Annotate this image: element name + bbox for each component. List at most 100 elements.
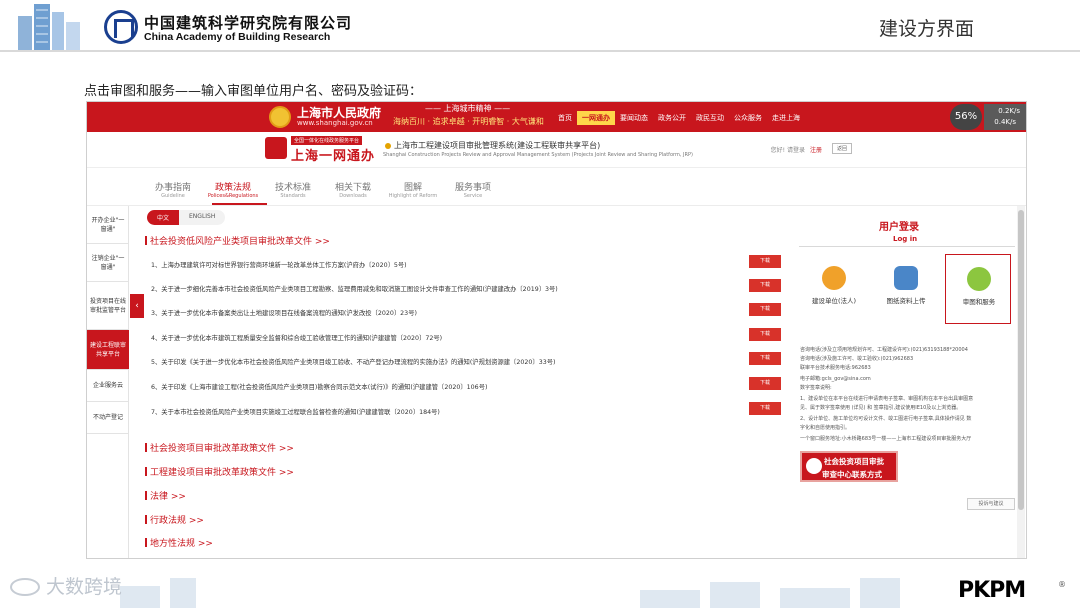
login-card-label: 建设单位(法人) (811, 297, 857, 305)
scrollbar-thumb[interactable] (1018, 210, 1024, 510)
contact-banner[interactable]: 社会投资项目审批 审查中心联系方式 (800, 451, 898, 482)
login-divider (799, 246, 1015, 247)
speed-readout: 0.2K/s 0.4K/s (984, 104, 1026, 130)
banner-line-1: 社会投资项目审批 (824, 457, 884, 466)
download-button[interactable]: 下载 (749, 377, 781, 390)
info-line: 见、属于数字签章使用 (详见) 和 签章指引,建议使用IE10及以上浏览器。 (800, 405, 962, 411)
back-button[interactable]: 返回 (831, 143, 852, 154)
location-pin-icon (385, 143, 391, 149)
section-heading-text: 工程建设项目审批改革政策文件 >> (150, 468, 294, 478)
portal-screenshot: 上海市人民政府 www.shanghai.gov.cn —— 上海城市精神 ——… (86, 101, 1027, 559)
header-divider (0, 50, 1080, 52)
brand-logo-left: 大数跨境 (10, 572, 122, 599)
banner-line-2: 审查中心联系方式 (822, 470, 882, 479)
gov-nav: 首页 一网通办 要闻动态 政务公开 政民互动 公众服务 走进上海 (553, 111, 805, 125)
gov-nav-news[interactable]: 要闻动态 (615, 111, 653, 125)
document-link[interactable]: 6、关于印发《上海市建设工程(社会投资低风险产业类项目)勘察合同示范文本(试行)… (151, 382, 771, 391)
download-button[interactable]: 下载 (749, 328, 781, 341)
document-link[interactable]: 4、关于进一步优化本市建筑工程质量安全监督和综合竣工验收管理工作的通知(沪建建管… (151, 333, 771, 342)
register-link[interactable]: 注册 (810, 145, 822, 154)
login-card-review-service[interactable]: 审图和服务 (945, 254, 1011, 324)
gov-nav-home[interactable]: 首页 (553, 111, 577, 125)
left-nav-item-property[interactable]: 不动产登记 (87, 402, 129, 434)
building-illustration-icon (18, 4, 80, 50)
section-heading-text: 地方性法规 >> (150, 539, 213, 549)
slide: 中国建筑科学研究院有限公司 China Academy of Building … (0, 0, 1080, 608)
gov-nav-public-service[interactable]: 公众服务 (729, 111, 767, 125)
info-line: 咨询电话(涉及施工许可、竣工验收):(021)962683 (800, 356, 914, 362)
login-link[interactable]: 您好! 请登录 (771, 145, 805, 154)
login-title: 用户登录 (879, 222, 919, 233)
document-link[interactable]: 2、关于进一步细化完善本市社会投资低风险产业类项目工程勘察、监理費用减免和取消施… (151, 284, 771, 293)
section-heading[interactable]: 社会投资项目审批改革政策文件 >> (145, 441, 294, 454)
section-heading[interactable]: 地方性法规 >> (145, 536, 213, 549)
tab-downloads[interactable]: 相关下载 Downloads (323, 180, 383, 199)
national-emblem-icon (269, 106, 291, 128)
tab-label-en: Guideline (161, 193, 185, 199)
person-icon (822, 266, 846, 290)
left-nav-item-business-close[interactable]: 注销企业"一窗通" (87, 244, 129, 282)
language-toggle: 中文 ENGLISH (147, 210, 226, 225)
system-title-en: Shanghai Construction Projects Review an… (383, 152, 693, 158)
gov-nav-open-affairs[interactable]: 政务公开 (653, 111, 691, 125)
tab-label: 办事指南 (154, 183, 191, 193)
download-button[interactable]: 下载 (749, 402, 781, 415)
document-link[interactable]: 5、关于印发《关于进一步优化本市社会投资低风险产业类项目竣工验收、不动产登记办理… (151, 357, 771, 366)
gov-nav-about[interactable]: 走进上海 (767, 111, 805, 125)
login-card-label: 审图和服务 (962, 298, 996, 306)
left-nav-item-investment[interactable]: 投资项目在线审批监管平台 (87, 282, 129, 330)
collapse-arrow-icon[interactable]: ‹ (130, 294, 144, 318)
download-button[interactable]: 下载 (749, 279, 781, 292)
city-spirit-heading: —— 上海城市精神 —— (425, 104, 511, 113)
system-title: 上海市工程建设项目审批管理系统(建设工程联审共享平台) (394, 141, 601, 150)
tab-highlight[interactable]: 图解 Highlight of Reform (383, 180, 443, 199)
download-speed: 0.4K/s (994, 118, 1016, 126)
info-line: 字化和自愿使用指引。 (800, 425, 851, 431)
login-card-upload[interactable]: 图纸资料上传 (873, 254, 939, 324)
feedback-button[interactable]: 投诉与建议 (967, 498, 1015, 510)
info-line: 联审平台技术服务电话:962683 (800, 365, 871, 371)
lang-en-button[interactable]: ENGLISH (179, 210, 226, 225)
tab-label-en: Standards (280, 193, 306, 199)
registered-mark: ® (1058, 580, 1066, 589)
city-block (170, 578, 196, 608)
document-link[interactable]: 7、关于本市社会投资低风险产业类项目实施竣工过程联合监督检查的通知(沪建建管联〔… (151, 407, 771, 416)
section-heading[interactable]: 行政法规 >> (145, 513, 204, 526)
download-button[interactable]: 下载 (749, 352, 781, 365)
section-heading[interactable]: 社会投资低风险产业类项目审批改革文件 >> (145, 234, 330, 247)
left-nav-item-business-open[interactable]: 开办企业"一窗通" (87, 206, 129, 244)
portal-name[interactable]: 上海一网通办 (291, 145, 375, 164)
section-heading[interactable]: 法律 >> (145, 489, 186, 502)
document-link[interactable]: 3、关于进一步优化本市备案类出让土地建设项目在线备案流程的通知(沪发改投〔202… (151, 308, 771, 317)
lang-zh-button[interactable]: 中文 (147, 210, 180, 225)
tab-service[interactable]: 服务事项 Service (443, 180, 503, 199)
left-nav-item-enterprise-cloud[interactable]: 企业服务云 (87, 370, 129, 402)
tab-standards[interactable]: 技术标准 Standards (263, 180, 323, 199)
city-block (120, 586, 160, 608)
section-heading[interactable]: 工程建设项目审批改革政策文件 >> (145, 465, 294, 478)
upload-speed: 0.2K/s (998, 107, 1020, 115)
gov-top-bar: 上海市人民政府 www.shanghai.gov.cn —— 上海城市精神 ——… (87, 102, 1026, 132)
slide-title: 建设方界面 (878, 18, 974, 40)
speed-gauge: 56% (950, 104, 982, 130)
portal-tag: 全国一体化在线政务服务平台 (291, 136, 363, 145)
org-name-cn: 中国建筑科学研究院有限公司 (144, 14, 353, 32)
content-divider (87, 205, 1026, 206)
document-link[interactable]: 1、上海办理建筑许可对标世界银行营商环境新一轮改革总体工作方案(沪府办〔2020… (151, 260, 771, 269)
scrollbar[interactable] (1017, 206, 1025, 558)
slide-header: 中国建筑科学研究院有限公司 China Academy of Building … (0, 0, 1080, 52)
pkpm-text: PKPM (958, 578, 1026, 603)
cabr-logo-icon (104, 10, 138, 44)
tab-label: 技术标准 (274, 183, 311, 193)
info-line: 一个窗口服务地址:小木桥路683号一楼——上海市工程建设项目审批服务大厅 (800, 436, 972, 442)
gov-nav-one-net[interactable]: 一网通办 (577, 111, 615, 125)
login-card-builder[interactable]: 建设单位(法人) (801, 254, 867, 324)
gov-nav-interaction[interactable]: 政民互动 (691, 111, 729, 125)
tab-policies[interactable]: 政策法规 Polices&Regulations (203, 180, 263, 199)
tab-guideline[interactable]: 办事指南 Guideline (143, 180, 203, 199)
download-button[interactable]: 下载 (749, 255, 781, 268)
brand-loop-icon (10, 578, 40, 596)
download-button[interactable]: 下载 (749, 303, 781, 316)
left-nav-item-joint-review[interactable]: 建设工程联审共享平台 (87, 330, 129, 370)
brand-name-left: 大数跨境 (46, 576, 123, 598)
